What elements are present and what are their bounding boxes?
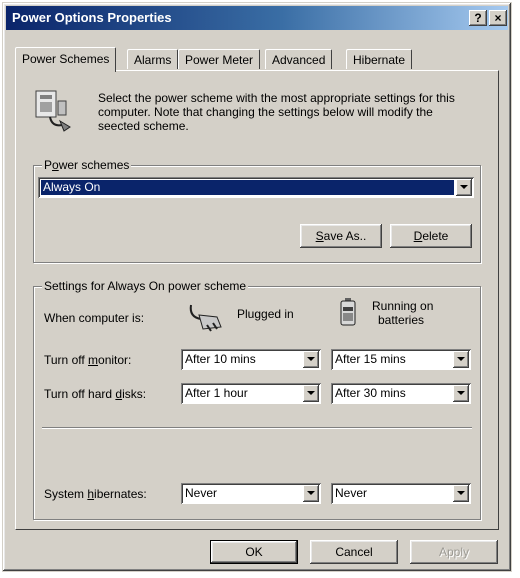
cancel-button[interactable]: Cancel bbox=[310, 540, 398, 564]
delete-button[interactable]: Delete bbox=[390, 224, 472, 248]
settings-group: Settings for Always On power scheme When… bbox=[33, 279, 481, 520]
disks-plugged-value: After 1 hour bbox=[185, 386, 248, 400]
monitor-battery-select[interactable]: After 15 mins bbox=[331, 349, 471, 370]
power-scheme-value: Always On bbox=[41, 180, 454, 195]
monitor-plugged-select[interactable]: After 10 mins bbox=[181, 349, 321, 370]
power-scheme-select[interactable]: Always On bbox=[38, 177, 474, 198]
chevron-down-icon[interactable] bbox=[456, 179, 472, 196]
tab-power-meter[interactable]: Power Meter bbox=[178, 49, 261, 69]
chevron-down-icon[interactable] bbox=[453, 351, 469, 368]
save-as-button[interactable]: Save As.. bbox=[300, 224, 382, 248]
turn-off-disks-label: Turn off hard disks: bbox=[44, 387, 147, 401]
battery-icon bbox=[340, 298, 356, 326]
power-options-window: Power Options Properties ? × Power Schem… bbox=[2, 2, 512, 572]
running-on-label: Running on bbox=[372, 299, 434, 313]
chevron-down-icon[interactable] bbox=[303, 351, 319, 368]
chevron-down-icon[interactable] bbox=[303, 485, 319, 502]
tab-alarms[interactable]: Alarms bbox=[127, 49, 179, 69]
monitor-plugged-value: After 10 mins bbox=[185, 352, 256, 366]
settings-separator bbox=[42, 427, 472, 429]
disks-battery-value: After 30 mins bbox=[335, 386, 406, 400]
window-title: Power Options Properties bbox=[12, 10, 172, 25]
plugged-in-label: Plugged in bbox=[237, 307, 294, 321]
chevron-down-icon[interactable] bbox=[303, 385, 319, 402]
close-button[interactable]: × bbox=[489, 10, 507, 26]
scheme-description: Select the power scheme with the most ap… bbox=[98, 91, 455, 133]
disks-battery-select[interactable]: After 30 mins bbox=[331, 383, 471, 404]
hibernate-battery-value: Never bbox=[335, 486, 368, 500]
when-computer-label: When computer is: bbox=[44, 311, 145, 325]
power-scheme-icon bbox=[35, 90, 71, 132]
tab-advanced[interactable]: Advanced bbox=[265, 49, 333, 69]
chevron-down-icon[interactable] bbox=[453, 485, 469, 502]
tab-power-schemes[interactable]: Power Schemes bbox=[15, 47, 117, 72]
power-schemes-label: Power schemes bbox=[42, 158, 132, 172]
system-hibernates-label: System hibernates: bbox=[44, 487, 147, 501]
apply-button[interactable]: Apply bbox=[410, 540, 498, 564]
settings-group-label: Settings for Always On power scheme bbox=[42, 279, 249, 293]
ok-button[interactable]: OK bbox=[210, 540, 298, 564]
hibernate-plugged-select[interactable]: Never bbox=[181, 483, 321, 504]
chevron-down-icon[interactable] bbox=[453, 385, 469, 402]
batteries-label: batteries bbox=[378, 313, 425, 327]
monitor-battery-value: After 15 mins bbox=[335, 352, 406, 366]
help-button[interactable]: ? bbox=[469, 10, 487, 26]
power-schemes-group: Power schemes Always On Save As.. Delete bbox=[33, 158, 481, 263]
power-schemes-panel: Select the power scheme with the most ap… bbox=[15, 70, 499, 530]
title-bar[interactable]: Power Options Properties ? × bbox=[6, 6, 508, 30]
tab-hibernate[interactable]: Hibernate bbox=[346, 49, 413, 69]
disks-plugged-select[interactable]: After 1 hour bbox=[181, 383, 321, 404]
turn-off-monitor-label: Turn off monitor: bbox=[44, 353, 132, 367]
hibernate-battery-select[interactable]: Never bbox=[331, 483, 471, 504]
hibernate-plugged-value: Never bbox=[185, 486, 218, 500]
plug-icon bbox=[189, 304, 222, 332]
